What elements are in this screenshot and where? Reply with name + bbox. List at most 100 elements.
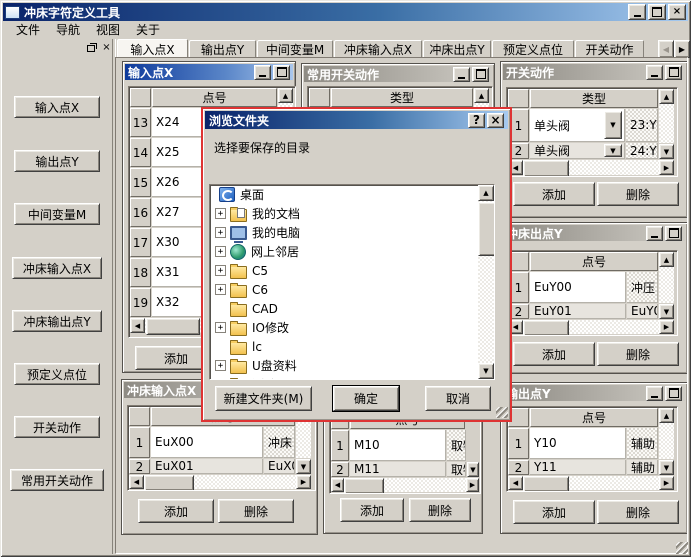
scroll-left-icon[interactable]: ◀ [130, 318, 145, 333]
scroll-down-icon[interactable]: ▼ [478, 363, 494, 379]
expand-icon[interactable]: + [215, 284, 226, 295]
tab-press-out-y[interactable]: 冲床出点Y [423, 40, 491, 58]
desc-cell[interactable]: 辅助 [627, 428, 658, 459]
close-icon[interactable]: × [487, 113, 504, 128]
scroll-down-icon[interactable]: ▼ [659, 304, 674, 319]
close-button[interactable]: × [668, 4, 686, 20]
scroll-left-icon[interactable]: ◀ [129, 475, 144, 489]
combo-type[interactable]: 单头阀 ▼ [530, 109, 625, 142]
sidebar-button-var-m[interactable]: 中间变量M [14, 203, 100, 225]
minimize-button[interactable] [254, 65, 271, 80]
point-cell[interactable]: Y11 [530, 460, 626, 475]
minimize-button[interactable] [646, 226, 663, 241]
delete-button[interactable]: 删除 [218, 499, 294, 523]
point-cell[interactable]: M11 [350, 462, 446, 477]
desc-cell[interactable]: 冲床 [264, 427, 295, 458]
scroll-up-icon[interactable]: ▲ [659, 408, 674, 423]
window-resize-grip[interactable] [676, 542, 688, 554]
tree-item-network[interactable]: + 网上邻居 [210, 242, 494, 261]
combo-down-icon[interactable]: ▼ [604, 111, 622, 139]
scroll-up-icon[interactable]: ▲ [478, 185, 494, 201]
scrollbar-thumb[interactable] [523, 320, 569, 336]
desc-cell[interactable]: EuX0 [264, 459, 295, 474]
add-button[interactable]: 添加 [513, 500, 595, 524]
desc-cell[interactable]: 取物 [447, 462, 466, 477]
tab-output-y[interactable]: 输出点Y [189, 40, 256, 58]
scroll-down-icon[interactable]: ▼ [659, 144, 674, 159]
minimize-button[interactable] [646, 65, 663, 80]
tab-var-m[interactable]: 中间变量M [257, 40, 333, 58]
tree-item-io-modify[interactable]: + IO修改 [210, 318, 494, 337]
scroll-up-icon[interactable]: ▲ [278, 88, 293, 103]
desc-cell[interactable]: 冲压 [627, 272, 658, 303]
child-title-bar[interactable]: 冲床出点Y [503, 225, 685, 241]
scrollbar-thumb[interactable] [478, 202, 495, 256]
menu-file[interactable]: 文件 [8, 20, 48, 40]
scrollbar-track[interactable] [659, 423, 674, 459]
new-folder-button[interactable]: 新建文件夹(M) [215, 386, 312, 411]
add-button[interactable]: 添加 [138, 499, 214, 523]
tab-input-x[interactable]: 输入点X [117, 39, 188, 58]
menu-about[interactable]: 关于 [128, 20, 168, 40]
expand-icon[interactable]: + [215, 322, 226, 333]
scrollbar-thumb[interactable] [344, 478, 384, 494]
title-bar[interactable]: 冲床字符定义工具 × [3, 3, 688, 21]
add-button[interactable]: 添加 [513, 342, 595, 366]
expand-icon[interactable]: + [215, 265, 226, 276]
sidebar-button-predefined[interactable]: 预定义点位 [14, 363, 100, 385]
maximize-button[interactable] [273, 65, 290, 80]
tree-item-my-documents[interactable]: + 我的文档 [210, 204, 494, 223]
tree-item-test-records[interactable]: 测试记录 [210, 375, 494, 380]
child-title-bar[interactable]: 开关动作 [503, 64, 685, 80]
dialog-title-bar[interactable]: 浏览文件夹 ? × [205, 111, 508, 129]
child-title-bar[interactable]: 常用开关动作 [304, 66, 492, 82]
tree-item-lc[interactable]: lc [210, 337, 494, 356]
minimize-button[interactable] [628, 4, 646, 20]
point-cell[interactable]: Y10 [530, 428, 626, 459]
tree-item-c5[interactable]: + C5 [210, 261, 494, 280]
expand-icon[interactable]: + [215, 208, 226, 219]
delete-button[interactable]: 删除 [597, 182, 679, 206]
sidebar-button-output-y[interactable]: 输出点Y [14, 150, 100, 172]
sidebar-button-press-input-x[interactable]: 冲床输入点X [12, 257, 102, 279]
tab-switch-action[interactable]: 开关动作 [575, 40, 644, 58]
child-title-bar[interactable]: 输出点Y [503, 385, 685, 401]
scroll-down-icon[interactable]: ▼ [296, 459, 311, 474]
tree-item-my-computer[interactable]: + 我的电脑 [210, 223, 494, 242]
sidebar-button-press-output-y[interactable]: 冲床输出点Y [12, 310, 102, 332]
value-cell[interactable]: 24:Y4 [626, 143, 658, 159]
delete-button[interactable]: 删除 [597, 500, 679, 524]
scrollbar-thumb[interactable] [523, 476, 569, 492]
combo-down-icon[interactable]: ▼ [604, 144, 622, 157]
value-cell[interactable]: 23:Y3 [626, 109, 658, 142]
scroll-right-icon[interactable]: ▶ [296, 475, 311, 489]
desc-cell[interactable]: EuY0 [627, 304, 658, 319]
scroll-right-icon[interactable]: ▶ [466, 478, 479, 492]
scrollbar-track[interactable] [659, 267, 674, 303]
scroll-right-icon[interactable]: ▶ [659, 476, 674, 490]
point-cell[interactable]: EuX01 [151, 459, 263, 474]
maximize-button[interactable] [665, 226, 682, 241]
scroll-right-icon[interactable]: ▶ [659, 320, 674, 334]
point-cell[interactable]: EuX00 [151, 427, 263, 458]
tree-item-desktop[interactable]: 桌面 [210, 185, 494, 204]
add-button[interactable]: 添加 [513, 182, 595, 206]
scroll-left-icon[interactable]: ◀ [508, 476, 523, 490]
scroll-up-icon[interactable]: ▲ [659, 89, 674, 104]
desc-cell[interactable]: 取物 [447, 430, 466, 461]
menu-view[interactable]: 视图 [88, 20, 128, 40]
dialog-resize-grip[interactable] [496, 407, 508, 418]
delete-button[interactable]: 删除 [597, 342, 679, 366]
scroll-down-icon[interactable]: ▼ [467, 462, 479, 477]
sidebar-button-common-switch[interactable]: 常用开关动作 [10, 469, 104, 491]
help-icon[interactable]: ? [468, 113, 485, 128]
scroll-up-icon[interactable]: ▲ [474, 88, 489, 103]
tree-item-c6[interactable]: + C6 [210, 280, 494, 299]
tab-scroll-left-icon[interactable]: ◀ [658, 40, 674, 58]
add-button[interactable]: 添加 [340, 498, 404, 522]
expand-icon[interactable]: + [215, 360, 226, 371]
tab-predefined[interactable]: 预定义点位 [492, 40, 574, 58]
scroll-right-icon[interactable]: ▶ [659, 160, 674, 175]
sidebar-button-input-x[interactable]: 输入点X [14, 96, 100, 118]
minimize-button[interactable] [646, 386, 663, 401]
